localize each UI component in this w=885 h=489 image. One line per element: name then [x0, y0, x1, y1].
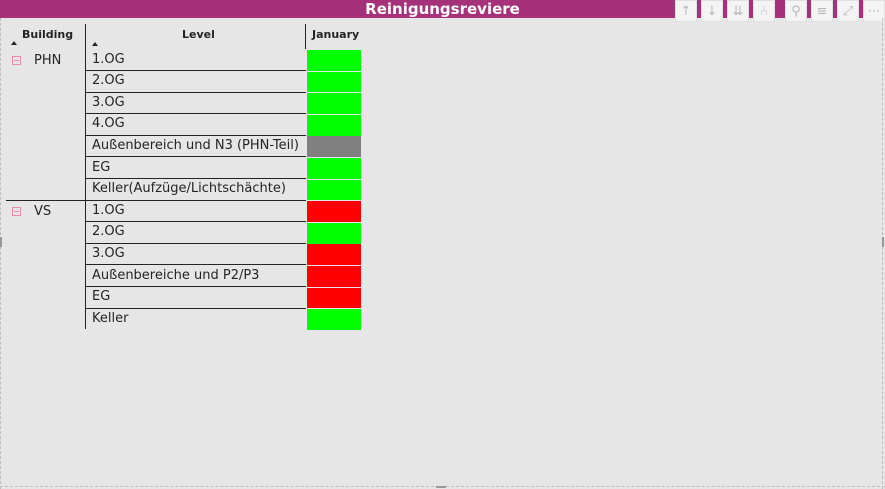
status-cell[interactable] — [307, 201, 361, 222]
row-header-level: 2.OG — [86, 71, 306, 93]
row-header-level: 2.OG — [86, 222, 306, 244]
status-cell[interactable] — [307, 244, 361, 266]
status-cell[interactable] — [307, 222, 361, 244]
column-header-level[interactable]: Level — [182, 28, 215, 41]
column-header-building[interactable]: Building — [22, 28, 73, 41]
resize-handle-bottom[interactable] — [436, 486, 446, 488]
row-header-level: 1.OG — [86, 201, 306, 223]
status-cell[interactable] — [307, 136, 361, 158]
row-header-level: Keller(Aufzüge/Lichtschächte) — [86, 179, 306, 201]
row-header-building: PHN — [34, 52, 62, 68]
row-header-level: 1.OG — [86, 50, 306, 72]
row-header-building: VS — [34, 203, 52, 219]
column-header-january[interactable]: January — [312, 28, 359, 41]
row-header-level: Außenbereich und N3 (PHN-Teil) — [86, 136, 306, 158]
sort-ascending-icon[interactable] — [92, 42, 98, 46]
status-cell[interactable] — [307, 71, 361, 93]
status-cell[interactable] — [307, 114, 361, 136]
status-cell[interactable] — [307, 93, 361, 114]
status-cell[interactable] — [307, 309, 361, 330]
status-cell[interactable] — [307, 287, 361, 309]
row-header-level: Keller — [92, 310, 129, 326]
status-cell[interactable] — [307, 266, 361, 287]
collapse-icon[interactable] — [12, 206, 21, 216]
row-header-level: 3.OG — [86, 93, 306, 115]
row-header-level: Außenbereiche und P2/P3 — [86, 266, 306, 288]
row-header-level: EG — [86, 287, 306, 309]
row-header-level: 4.OG — [86, 114, 306, 136]
status-cell[interactable] — [307, 158, 361, 179]
status-cell[interactable] — [307, 50, 361, 71]
row-header-level: EG — [86, 158, 306, 180]
resize-handle-left[interactable] — [0, 237, 2, 247]
column-divider — [305, 24, 306, 49]
status-cell[interactable] — [307, 179, 361, 201]
collapse-icon[interactable] — [12, 55, 21, 65]
row-header-level: 3.OG — [86, 244, 306, 266]
resize-handle-right[interactable] — [882, 237, 884, 247]
sort-ascending-icon[interactable] — [11, 41, 17, 45]
